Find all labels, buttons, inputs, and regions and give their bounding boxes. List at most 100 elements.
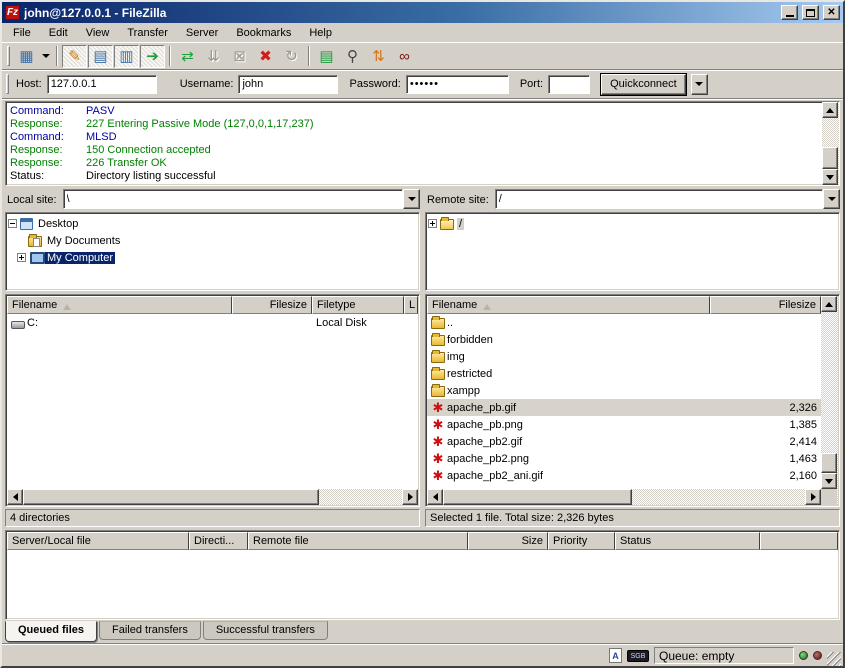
app-icon[interactable]: Fz [5, 5, 20, 20]
find-files-button[interactable]: ∞ [392, 45, 417, 68]
quickconnect-button[interactable]: Quickconnect [601, 74, 686, 95]
remote-site-dropdown[interactable] [823, 189, 840, 209]
scrollbar-thumb[interactable] [822, 147, 838, 169]
tab-failed-transfers[interactable]: Failed transfers [99, 621, 201, 640]
local-site-combo[interactable] [63, 189, 420, 211]
file-row[interactable]: forbidden [427, 331, 821, 348]
password-input[interactable] [406, 75, 509, 94]
tree-item-my-computer[interactable]: My Computer [8, 249, 417, 266]
scroll-left-button[interactable] [427, 489, 443, 505]
remote-site-combo[interactable] [495, 189, 840, 211]
username-input[interactable] [238, 75, 338, 94]
remote-tree-icon: ▥ [119, 49, 133, 64]
scroll-right-button[interactable] [805, 489, 821, 505]
toolbar-grip[interactable] [7, 46, 10, 66]
scroll-up-button[interactable] [821, 296, 837, 312]
filter-button[interactable]: ▤ [314, 45, 339, 68]
synchronized-browsing-button[interactable]: ⇅ [366, 45, 391, 68]
column-priority[interactable]: Priority [548, 532, 615, 550]
remote-list-status: Selected 1 file. Total size: 2,326 bytes [425, 509, 840, 527]
tree-item-my-documents[interactable]: My Documents [8, 232, 417, 249]
toggle-remote-tree-button[interactable]: ▥ [114, 45, 139, 68]
scrollbar-thumb[interactable] [23, 489, 319, 505]
refresh-button[interactable]: ⇄ [175, 45, 200, 68]
column-filename[interactable]: Filename [427, 296, 710, 314]
maximize-icon [806, 9, 815, 17]
file-row[interactable]: restricted [427, 365, 821, 382]
message-log: Command:PASV Response:227 Entering Passi… [5, 101, 840, 186]
file-row[interactable]: ✱apache_pb2_ani.gif 2,160 [427, 467, 821, 484]
file-row-c-drive[interactable]: C: Local Disk [7, 314, 418, 331]
resize-grip[interactable] [827, 652, 841, 666]
close-button[interactable]: ✕ [823, 5, 840, 20]
tree-item-root[interactable]: / [428, 215, 837, 232]
reconnect-button[interactable]: ↻ [279, 45, 304, 68]
menu-help[interactable]: Help [300, 25, 341, 41]
scroll-up-button[interactable] [822, 102, 838, 118]
local-site-dropdown[interactable] [403, 189, 420, 209]
menu-bookmarks[interactable]: Bookmarks [227, 25, 300, 41]
menu-server[interactable]: Server [177, 25, 227, 41]
log-scrollbar[interactable] [822, 102, 839, 185]
activity-led-recv [799, 651, 808, 660]
column-status[interactable]: Status [615, 532, 760, 550]
column-size[interactable]: Size [468, 532, 548, 550]
file-row[interactable]: .. [427, 314, 821, 331]
collapse-icon[interactable] [8, 219, 17, 228]
column-direction[interactable]: Directi... [189, 532, 248, 550]
message-log-lines: Command:PASV Response:227 Entering Passi… [6, 102, 822, 185]
tab-queued-files[interactable]: Queued files [5, 621, 97, 642]
menu-file[interactable]: File [4, 25, 40, 41]
host-input[interactable] [47, 75, 157, 94]
expand-icon[interactable] [428, 219, 437, 228]
scroll-left-button[interactable] [7, 489, 23, 505]
menu-edit[interactable]: Edit [40, 25, 77, 41]
port-input[interactable] [548, 75, 590, 94]
file-row[interactable]: ✱apache_pb2.gif 2,414 [427, 433, 821, 450]
file-row[interactable]: ✱apache_pb2.png 1,463 [427, 450, 821, 467]
image-file-icon: ✱ [431, 418, 445, 431]
file-row[interactable]: ✱apache_pb.png 1,385 [427, 416, 821, 433]
minimize-button[interactable] [781, 5, 798, 20]
scroll-right-button[interactable] [402, 489, 418, 505]
directory-comparison-button[interactable]: ⚲ [340, 45, 365, 68]
toggle-message-log-button[interactable]: ✎ [62, 45, 87, 68]
expand-icon[interactable] [17, 253, 26, 262]
column-server-local-file[interactable]: Server/Local file [7, 532, 189, 550]
menu-view[interactable]: View [77, 25, 119, 41]
column-remote-file[interactable]: Remote file [248, 532, 468, 550]
column-filesize[interactable]: Filesize [710, 296, 821, 314]
site-manager-button[interactable]: ▦ [14, 45, 39, 68]
process-queue-button[interactable]: ⇊ [201, 45, 226, 68]
quickconnect-dropdown[interactable] [691, 74, 708, 95]
maximize-button[interactable] [802, 5, 819, 20]
remote-site-input[interactable] [495, 189, 823, 209]
remote-hscrollbar[interactable] [427, 489, 821, 505]
toggle-queue-button[interactable]: ➔ [140, 45, 165, 68]
file-row-selected[interactable]: ✱apache_pb.gif 2,326 [427, 399, 821, 416]
column-filetype[interactable]: Filetype [312, 296, 404, 314]
quickconnect-grip[interactable] [6, 74, 9, 94]
scroll-down-button[interactable] [822, 169, 838, 185]
file-row[interactable]: img [427, 348, 821, 365]
speedlimit-icon[interactable]: SGB [627, 650, 649, 662]
file-row[interactable]: xampp [427, 382, 821, 399]
find-files-icon: ∞ [399, 49, 410, 64]
toggle-local-tree-button[interactable]: ▤ [88, 45, 113, 68]
tree-item-desktop[interactable]: Desktop [8, 215, 417, 232]
menu-transfer[interactable]: Transfer [118, 25, 177, 41]
scrollbar-thumb[interactable] [443, 489, 632, 505]
column-last-modified[interactable]: L [404, 296, 418, 314]
local-hscrollbar[interactable] [7, 489, 418, 505]
transfer-type-icon[interactable]: A [609, 648, 622, 663]
disconnect-button[interactable]: ✖ [253, 45, 278, 68]
local-site-input[interactable] [63, 189, 403, 209]
scroll-down-button[interactable] [821, 473, 837, 489]
cancel-button[interactable]: ⊠ [227, 45, 252, 68]
tab-successful-transfers[interactable]: Successful transfers [203, 621, 328, 640]
scrollbar-thumb[interactable] [821, 453, 837, 473]
site-manager-dropdown[interactable] [40, 45, 52, 68]
remote-vscrollbar[interactable] [821, 296, 838, 505]
column-filename[interactable]: Filename [7, 296, 232, 314]
column-filesize[interactable]: Filesize [232, 296, 312, 314]
